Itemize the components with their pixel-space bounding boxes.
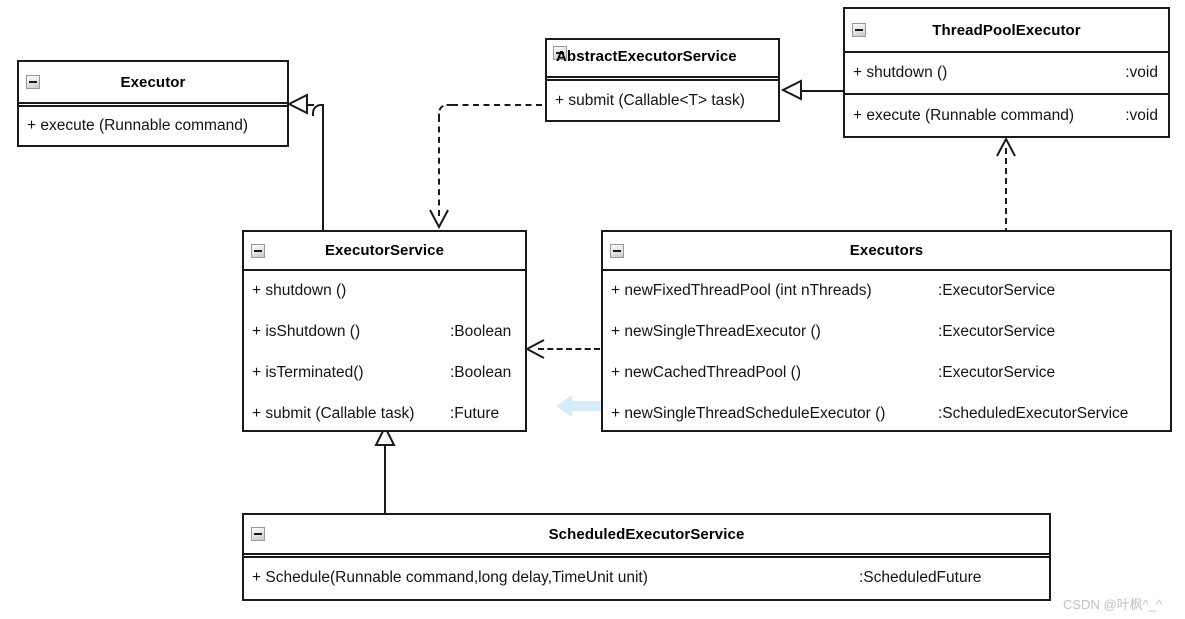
class-members-executors: + newFixedThreadPool (int nThreads) :Exe… [603,271,1170,434]
class-name-executorservice: ExecutorService [324,242,445,259]
class-name-abstractexecutorservice: AbstractExecutorService [556,48,737,65]
dependency-arrowhead-icon [996,136,1016,157]
method-signature: + Schedule(Runnable command,long delay,T… [252,568,648,586]
class-method-row[interactable]: + shutdown () :void [845,53,1168,93]
connector-segment-vertical [1005,148,1007,234]
method-signature: + shutdown () [853,64,948,81]
class-members-executorservice: + shutdown () + isShutdown () :Boolean +… [244,271,525,434]
class-header-abstractexecutorservice: AbstractExecutorService [547,40,778,76]
class-name-scheduledexecutorservice: ScheduledExecutorService [548,525,745,543]
class-header-scheduledexecutorservice: ScheduledExecutorService [244,515,1049,553]
method-return-type: :Boolean [450,322,512,340]
blue-highlight-arrow [556,395,603,417]
class-method-row[interactable]: + execute (Runnable command) [19,107,287,145]
connector-segment-vertical [438,116,440,216]
method-signature: + isShutdown () [252,322,361,340]
method-return-type: :ExecutorService [938,322,1056,340]
uml-diagram-canvas: Executor + execute (Runnable command) Ab… [0,0,1185,619]
generalization-arrowhead-icon [286,93,308,115]
class-method-row[interactable]: + isTerminated() :Boolean [244,352,525,394]
class-box-threadpoolexecutor[interactable]: ThreadPoolExecutor + shutdown () :void +… [843,7,1170,138]
class-box-executors[interactable]: Executors + newFixedThreadPool (int nThr… [601,230,1172,432]
class-header-executors: Executors [603,232,1170,269]
minus-box-icon[interactable] [610,243,624,258]
method-signature: + execute (Runnable command) [27,117,248,134]
class-method-row[interactable]: + newCachedThreadPool () :ExecutorServic… [603,352,1170,394]
method-return-type: :void [1125,64,1158,81]
method-signature: + newCachedThreadPool () [611,364,801,381]
minus-box-icon[interactable] [852,23,866,37]
watermark-text: CSDN @叶枫^_^ [1063,597,1163,612]
method-signature: + newSingleThreadScheduleExecutor () [611,405,886,422]
minus-box-icon[interactable] [251,527,265,541]
class-name-executor: Executor [120,73,186,91]
class-box-scheduledexecutorservice[interactable]: ScheduledExecutorService + Schedule(Runn… [242,513,1051,601]
class-box-executor[interactable]: Executor + execute (Runnable command) [17,60,289,147]
connector-segment-vertical [322,104,324,232]
class-header-executor: Executor [19,62,287,102]
class-method-row[interactable]: + submit (Callable task) :Future [244,394,525,434]
class-method-row[interactable]: + shutdown () [244,271,525,311]
class-method-row[interactable]: + newSingleThreadScheduleExecutor () :Sc… [603,394,1170,434]
method-return-type: :ScheduledFuture [859,568,982,586]
class-members-threadpoolexecutor: + shutdown () :void + execute (Runnable … [845,53,1168,136]
method-signature: + newSingleThreadExecutor () [611,322,821,340]
connector-segment-horizontal [800,90,844,92]
method-signature: + execute (Runnable command) [853,106,1074,124]
class-box-executorservice[interactable]: ExecutorService + shutdown () + isShutdo… [242,230,527,432]
method-return-type: :ExecutorService [938,364,1056,381]
dependency-arrowhead-icon [524,339,545,359]
class-members-abstractexecutorservice: + submit (Callable<T> task) [547,81,778,120]
method-signature: + submit (Callable task) [252,405,415,422]
method-return-type: :Boolean [450,364,512,381]
class-method-row[interactable]: + submit (Callable<T> task) [547,81,778,120]
method-return-type: :Future [450,405,500,422]
method-signature: + isTerminated() [252,364,364,381]
method-signature: + submit (Callable<T> task) [555,91,745,109]
connector-segment-vertical [384,440,386,514]
class-members-scheduledexecutorservice: + Schedule(Runnable command,long delay,T… [244,558,1049,597]
method-signature: + newFixedThreadPool (int nThreads) [611,282,872,299]
class-members-executor: + execute (Runnable command) [19,107,287,145]
method-signature: + shutdown () [252,282,347,299]
class-method-row[interactable]: + execute (Runnable command) :void [845,93,1168,136]
class-method-row[interactable]: + newFixedThreadPool (int nThreads) :Exe… [603,271,1170,311]
method-return-type: :ExecutorService [938,282,1056,299]
method-return-type: :void [1125,106,1158,124]
realization-arrowhead-icon [429,209,449,230]
class-method-row[interactable]: + newSingleThreadExecutor () :ExecutorSe… [603,311,1170,352]
method-return-type: :ScheduledExecutorService [938,405,1129,422]
class-name-threadpoolexecutor: ThreadPoolExecutor [932,21,1081,39]
class-header-threadpoolexecutor: ThreadPoolExecutor [845,9,1168,51]
class-method-row[interactable]: + isShutdown () :Boolean [244,311,525,352]
class-header-executorservice: ExecutorService [244,232,525,269]
minus-box-icon[interactable] [251,243,265,258]
connector-corner [438,104,454,120]
class-method-row[interactable]: + Schedule(Runnable command,long delay,T… [244,558,1049,597]
connector-segment-horizontal [452,104,542,106]
generalization-arrowhead-icon [780,79,802,101]
class-name-executors: Executors [849,242,924,259]
minus-box-icon[interactable] [26,75,40,89]
class-box-abstractexecutorservice[interactable]: AbstractExecutorService + submit (Callab… [545,38,780,122]
